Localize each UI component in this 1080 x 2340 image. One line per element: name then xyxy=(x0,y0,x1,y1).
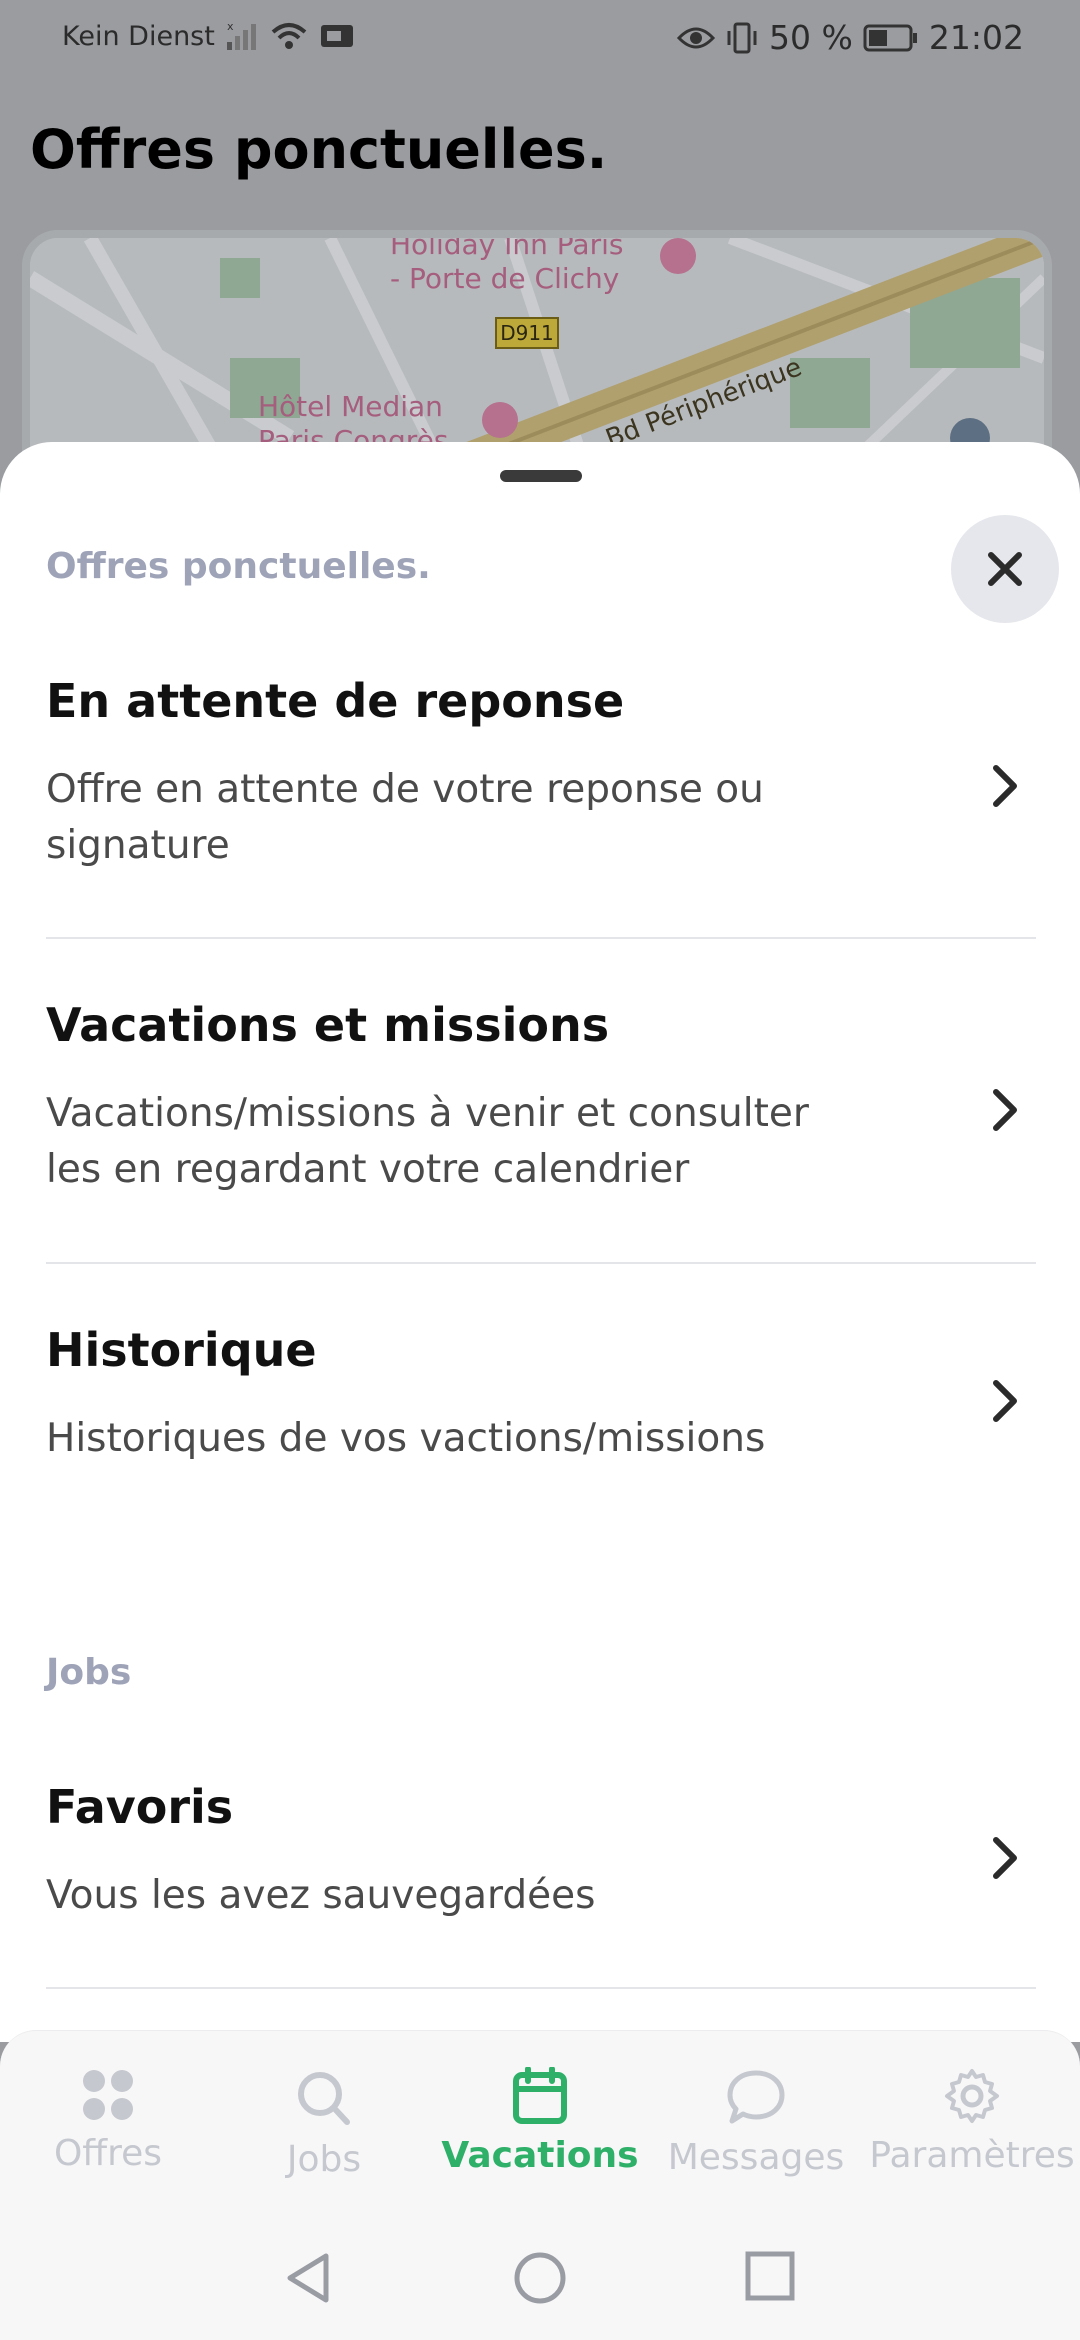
divider xyxy=(46,1262,1036,1264)
back-icon[interactable] xyxy=(284,2250,334,2306)
item-title: En attente de reponse xyxy=(46,674,625,728)
section-title-jobs: Jobs xyxy=(46,1652,132,1693)
section-title-offres: Offres ponctuelles. xyxy=(46,546,431,587)
map-label-poi1-line1: Holiday Inn Paris xyxy=(390,238,623,261)
status-bar: Kein Dienst x 50 % 21:02 xyxy=(0,0,1080,76)
chevron-right-icon xyxy=(993,765,1017,807)
chat-icon xyxy=(727,2070,785,2124)
nav-label: Offres xyxy=(53,2133,163,2174)
recents-icon[interactable] xyxy=(744,2250,796,2302)
nav-label: Vacations xyxy=(441,2135,639,2176)
close-icon xyxy=(988,552,1022,586)
nav-item-messages[interactable]: Messages xyxy=(648,2067,864,2178)
nav-item-vacations[interactable]: Vacations xyxy=(432,2067,648,2176)
app-screen: Kein Dienst x 50 % 21:02 Offres ponctuel… xyxy=(0,0,1080,2340)
map-label-poi1-line2: - Porte de Clichy xyxy=(390,262,619,295)
divider xyxy=(46,937,1036,939)
drag-handle[interactable] xyxy=(500,470,582,482)
bottom-navigation: Offres Jobs Vacations Messages Paramètre… xyxy=(0,2030,1080,2220)
screencast-icon xyxy=(320,25,353,47)
nav-item-jobs[interactable]: Jobs xyxy=(216,2067,432,2180)
close-button[interactable] xyxy=(951,515,1059,623)
wifi-icon xyxy=(271,23,307,49)
nav-item-offres[interactable]: Offres xyxy=(0,2067,216,2174)
item-title: Vacations et missions xyxy=(46,998,610,1052)
page-title: Offres ponctuelles. xyxy=(30,118,608,181)
status-left: Kein Dienst x xyxy=(62,20,355,52)
calendar-icon xyxy=(513,2067,567,2124)
eye-icon xyxy=(677,27,716,48)
nav-label: Jobs xyxy=(286,2139,362,2180)
no-signal-icon: x xyxy=(226,20,256,50)
battery-icon xyxy=(863,24,917,51)
item-subtitle: Vacations/missions à venir et consulter … xyxy=(46,1091,809,1192)
bottom-sheet: Offres ponctuelles. En attente de repons… xyxy=(0,442,1080,2042)
system-navigation-bar xyxy=(0,2220,1080,2340)
item-subtitle: Vous les avez sauvegardées xyxy=(46,1873,596,1918)
carrier-text: Kein Dienst xyxy=(62,20,215,52)
list-item-historique[interactable]: Historique Historiques de vos vactions/m… xyxy=(46,1323,1036,1467)
vibrate-icon xyxy=(727,22,757,53)
nav-label: Messages xyxy=(667,2137,845,2178)
clock: 21:02 xyxy=(928,18,1024,57)
list-item-en-attente[interactable]: En attente de reponse Offre en attente d… xyxy=(46,674,1036,874)
divider xyxy=(46,1987,1036,1989)
item-subtitle: Offre en attente de votre reponse ou sig… xyxy=(46,767,764,868)
chevron-right-icon xyxy=(993,1837,1017,1879)
item-title: Historique xyxy=(46,1323,317,1377)
status-right: 50 % 21:02 xyxy=(677,18,1024,57)
nav-label: Paramètres xyxy=(869,2135,1075,2176)
chevron-right-icon xyxy=(993,1380,1017,1422)
svg-text:x: x xyxy=(227,20,234,33)
nav-item-parametres[interactable]: Paramètres xyxy=(864,2067,1080,2176)
home-icon[interactable] xyxy=(512,2250,568,2306)
list-item-vacations-missions[interactable]: Vacations et missions Vacations/missions… xyxy=(46,998,1036,1198)
road-badge: D911 xyxy=(500,321,554,345)
search-icon xyxy=(298,2072,350,2125)
chevron-right-icon xyxy=(993,1089,1017,1131)
map-label-poi2-line1: Hôtel Median xyxy=(258,390,443,423)
grid-icon xyxy=(83,2070,133,2120)
gear-icon xyxy=(945,2069,999,2123)
item-subtitle: Historiques de vos vactions/missions xyxy=(46,1416,766,1461)
list-item-favoris[interactable]: Favoris Vous les avez sauvegardées xyxy=(46,1780,1036,1924)
item-title: Favoris xyxy=(46,1780,234,1834)
battery-percent: 50 % xyxy=(769,18,853,57)
